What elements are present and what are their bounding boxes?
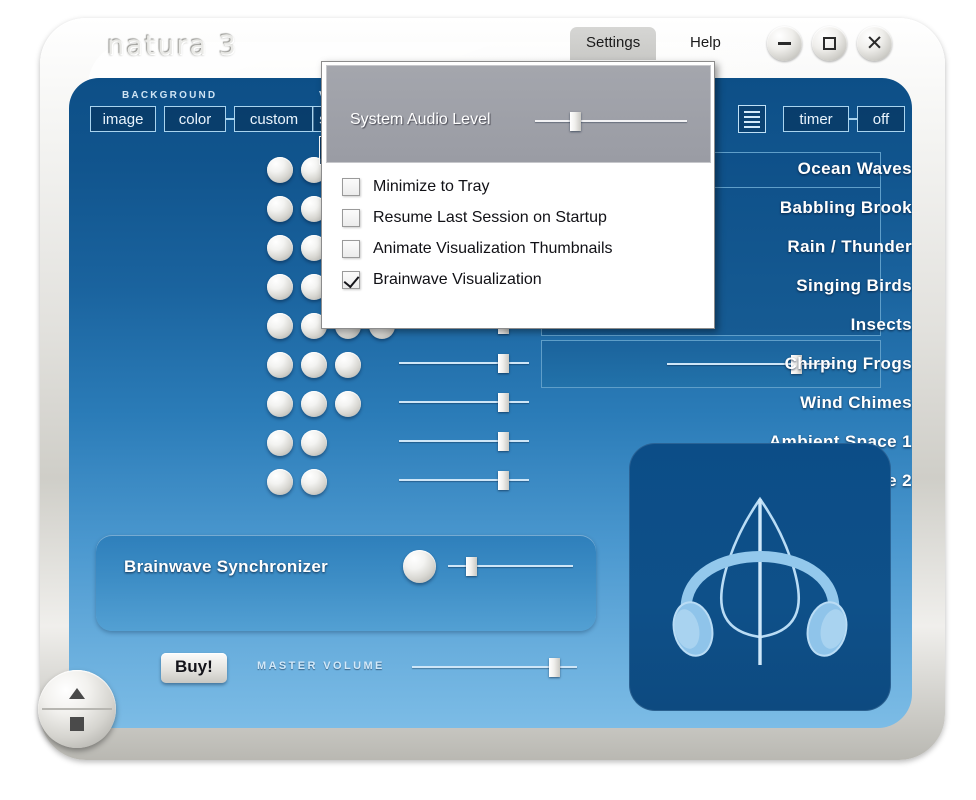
sound-variant-orb[interactable] [267, 196, 293, 222]
sound-volume-track [399, 401, 529, 403]
sound-variant-buttons [267, 430, 327, 456]
sound-name-label: Ocean Waves [797, 159, 912, 178]
sound-volume-thumb[interactable] [498, 393, 509, 412]
transport-divider [42, 708, 112, 710]
sound-variant-orb[interactable] [301, 391, 327, 417]
app-title: natura 3 [107, 30, 238, 61]
sound-row: Chirping Frogs [69, 351, 912, 390]
menu-settings[interactable]: Settings [570, 27, 657, 60]
maximize-button[interactable] [812, 26, 847, 61]
brainwave-slider-thumb[interactable] [465, 557, 477, 576]
play-icon[interactable] [69, 688, 85, 699]
sound-variant-buttons [267, 391, 361, 417]
checkbox-unchecked-icon[interactable] [342, 240, 360, 258]
sound-variant-orb[interactable] [267, 391, 293, 417]
sound-variant-buttons [267, 469, 327, 495]
sound-name-label: Babbling Brook [779, 198, 912, 217]
sound-variant-orb[interactable] [267, 469, 293, 495]
toolbar-connector [226, 118, 234, 120]
settings-menu-item-label: Resume Last Session on Startup [373, 209, 607, 226]
sound-volume-thumb[interactable] [498, 354, 509, 373]
sound-name-label: Rain / Thunder [787, 237, 912, 256]
close-button[interactable]: ✕ [857, 26, 892, 61]
sound-variant-orb[interactable] [267, 157, 293, 183]
menu-help[interactable]: Help [690, 34, 721, 51]
settings-menu-item-label: Minimize to Tray [373, 178, 490, 195]
system-audio-label: System Audio Level [350, 111, 491, 128]
sound-variant-buttons [267, 352, 361, 378]
sound-variant-orb[interactable] [267, 274, 293, 300]
sound-variant-orb[interactable] [301, 352, 327, 378]
app-screenshot: natura 3 Settings Help ✕ BACKGROUND imag… [0, 0, 976, 800]
minimize-button[interactable] [767, 26, 802, 61]
list-icon[interactable] [738, 105, 766, 133]
system-audio-track [535, 120, 687, 122]
brainwave-toggle-orb[interactable] [403, 550, 436, 583]
buy-button[interactable]: Buy! [161, 653, 227, 683]
settings-menu-item[interactable]: Resume Last Session on Startup [342, 209, 607, 227]
sound-volume-slider[interactable] [399, 393, 529, 412]
sound-name-label: Wind Chimes [800, 393, 912, 412]
settings-dropdown-menu: System Audio Level Minimize to Tray Resum… [321, 61, 715, 329]
settings-menu-item-label: Animate Visualization Thumbnails [373, 240, 613, 257]
sound-name-label: Insects [850, 315, 912, 334]
headphones-leaf-logo [672, 496, 848, 665]
settings-menu-item[interactable]: Animate Visualization Thumbnails [342, 240, 613, 258]
sound-variant-orb[interactable] [267, 313, 293, 339]
sound-variant-orb[interactable] [267, 235, 293, 261]
checkbox-unchecked-icon[interactable] [342, 209, 360, 227]
sound-volume-track [399, 362, 529, 364]
sound-volume-slider[interactable] [399, 432, 529, 451]
system-audio-block: System Audio Level [326, 65, 711, 163]
timer-connector [849, 118, 857, 120]
sound-name-label: Singing Birds [796, 276, 912, 295]
maximize-icon [823, 37, 836, 50]
timer-button[interactable]: timer [783, 106, 849, 132]
minimize-icon [778, 42, 791, 45]
sound-variant-orb[interactable] [267, 352, 293, 378]
checkbox-unchecked-icon[interactable] [342, 178, 360, 196]
sound-row: Wind Chimes [69, 390, 912, 429]
sound-name-label: Chirping Frogs [784, 354, 912, 373]
stop-icon[interactable] [70, 717, 84, 731]
settings-menu-item[interactable]: Brainwave Visualization [342, 271, 542, 289]
settings-menu-item[interactable]: Minimize to Tray [342, 178, 489, 196]
sound-variant-orb[interactable] [335, 352, 361, 378]
sound-volume-track [399, 479, 529, 481]
sound-volume-thumb[interactable] [498, 432, 509, 451]
sound-variant-orb[interactable] [267, 430, 293, 456]
logo-panel [629, 443, 891, 711]
sound-volume-slider[interactable] [399, 471, 529, 490]
background-image-button[interactable]: image [90, 106, 156, 132]
checkbox-checked-icon[interactable] [342, 271, 360, 289]
background-color-button[interactable]: color [164, 106, 226, 132]
sound-variant-orb[interactable] [301, 430, 327, 456]
system-audio-slider[interactable] [535, 112, 687, 131]
timer-state-button[interactable]: off [857, 106, 905, 132]
master-volume-label: MASTER VOLUME [257, 660, 385, 672]
brainwave-slider[interactable] [448, 557, 573, 576]
transport-control[interactable] [38, 670, 116, 748]
sound-variant-orb[interactable] [301, 469, 327, 495]
master-volume-thumb[interactable] [548, 658, 560, 677]
sound-volume-track [399, 440, 529, 442]
background-group-label: BACKGROUND [122, 90, 218, 101]
brainwave-title: Brainwave Synchronizer [124, 557, 329, 576]
sound-volume-thumb[interactable] [498, 471, 509, 490]
close-icon: ✕ [865, 31, 884, 55]
background-custom-button[interactable]: custom [234, 106, 314, 132]
system-audio-thumb[interactable] [569, 112, 581, 131]
sound-variant-orb[interactable] [335, 391, 361, 417]
brainwave-synchronizer-panel: Brainwave Synchronizer [96, 535, 596, 631]
sound-volume-slider[interactable] [399, 354, 529, 373]
settings-menu-item-label: Brainwave Visualization [373, 271, 542, 288]
master-volume-slider[interactable] [412, 658, 577, 677]
